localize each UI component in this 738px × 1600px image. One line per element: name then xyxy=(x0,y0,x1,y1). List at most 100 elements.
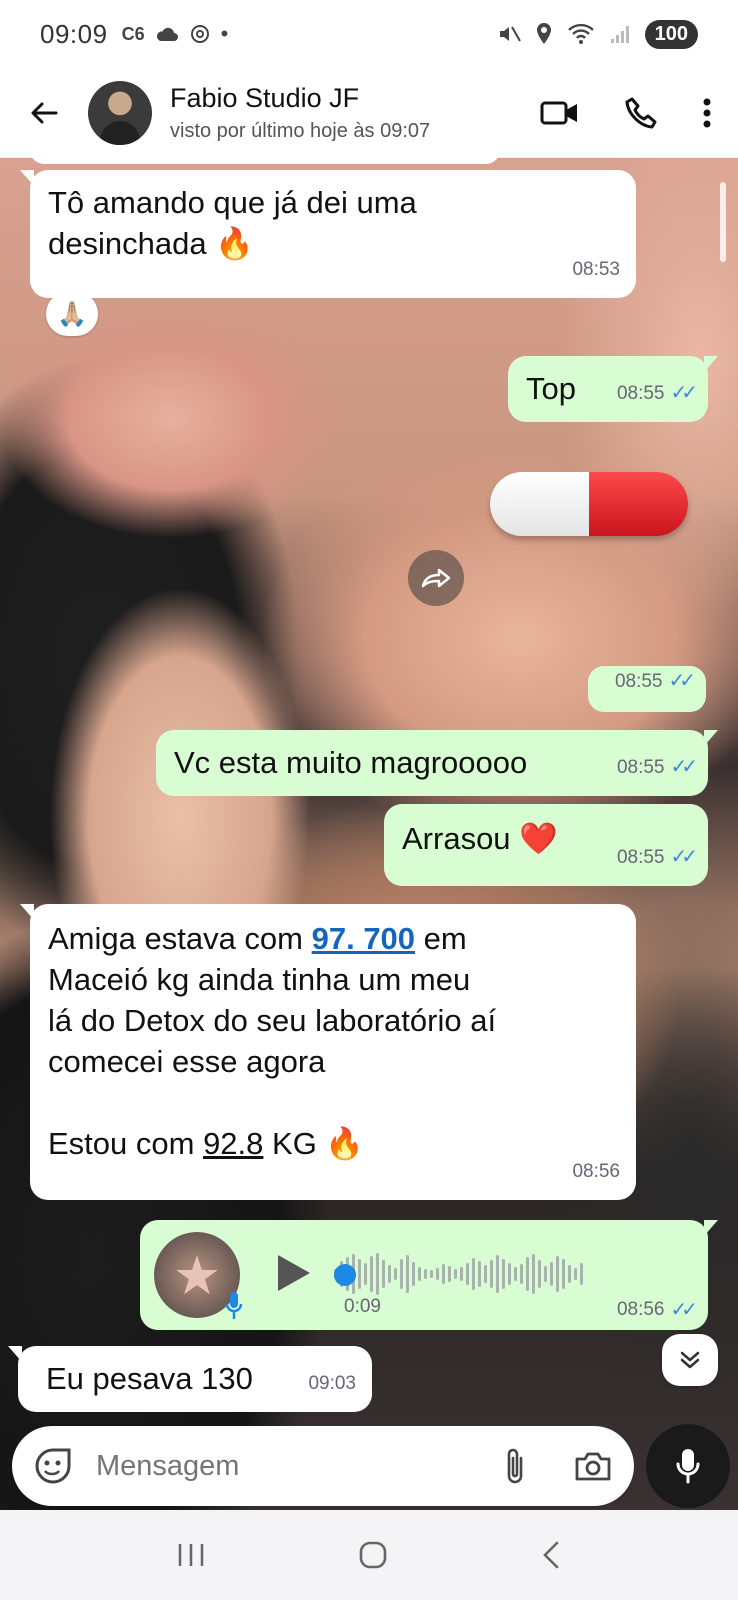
waveform-bar xyxy=(376,1253,379,1295)
message-incoming[interactable]: Amiga estava com 97. 700 em Maceió kg ai… xyxy=(20,904,636,1200)
message-incoming[interactable]: Eu pesava 130 09:03 xyxy=(8,1346,372,1412)
battery-icon: 100 xyxy=(644,19,698,49)
read-ticks-icon: ✓✓ xyxy=(670,756,697,778)
waveform-bar xyxy=(388,1265,391,1283)
message-text-line: lá do Detox do seu laboratório aí xyxy=(48,1003,497,1038)
read-ticks-icon: ✓✓ xyxy=(670,1299,697,1321)
message-text-line: comecei esse agora xyxy=(48,1044,326,1079)
phone-icon[interactable] xyxy=(624,96,658,130)
microphone-icon xyxy=(676,1449,700,1484)
weight-value[interactable]: 92.8 xyxy=(203,1126,263,1161)
phone-number-link[interactable]: 97. 700 xyxy=(312,921,415,956)
waveform-bar xyxy=(394,1268,397,1280)
message-text-line: Maceió kg ainda tinha um meu xyxy=(48,962,471,997)
waveform-bar xyxy=(406,1255,409,1293)
message-text: Arrasou ❤️ xyxy=(402,821,558,856)
waveform-bar xyxy=(466,1263,469,1285)
message-text: Top xyxy=(526,371,576,406)
status-bar: 09:09 C6 • 100 xyxy=(0,0,738,68)
reaction-badge[interactable]: 🙏🏼 xyxy=(46,292,98,336)
waveform-bar xyxy=(520,1264,523,1284)
mute-icon xyxy=(499,26,521,42)
waveform-bar xyxy=(538,1260,541,1288)
message-time: 08:55 ✓✓ xyxy=(617,747,698,788)
message-input[interactable] xyxy=(96,1449,456,1483)
chat-header: Fabio Studio JF visto por último hoje às… xyxy=(0,68,738,158)
more-vert-icon[interactable] xyxy=(702,97,712,129)
waveform[interactable] xyxy=(334,1248,583,1300)
chat-scrollbar[interactable] xyxy=(720,182,726,262)
message-text-line: desinchada 🔥 xyxy=(48,226,254,261)
play-icon[interactable] xyxy=(274,1252,312,1294)
waveform-bar xyxy=(496,1255,499,1293)
back-arrow-icon xyxy=(31,102,58,123)
video-call-icon[interactable] xyxy=(540,98,580,128)
recent-apps-icon[interactable] xyxy=(176,1542,206,1568)
system-nav-bar xyxy=(0,1510,738,1600)
waveform-bar xyxy=(460,1267,463,1281)
waveform-bar xyxy=(358,1259,361,1289)
back-button[interactable] xyxy=(26,95,62,131)
forward-button[interactable] xyxy=(408,550,464,606)
waveform-bar xyxy=(370,1256,373,1292)
dot-icon: • xyxy=(220,21,229,46)
waveform-bar xyxy=(502,1259,505,1289)
message-incoming[interactable]: Tô amando que já dei uma desinchada 🔥 08… xyxy=(20,170,636,298)
message-outgoing[interactable]: Top 08:55 ✓✓ xyxy=(508,356,718,422)
waveform-bar xyxy=(436,1268,439,1280)
waveform-bar xyxy=(508,1263,511,1285)
header-actions xyxy=(540,96,712,130)
voice-record-button[interactable] xyxy=(646,1424,730,1508)
waveform-bar xyxy=(526,1257,529,1291)
playback-thumb[interactable] xyxy=(334,1264,356,1286)
message-text: Vc esta muito magrooooo xyxy=(174,745,528,780)
sticker-icon[interactable] xyxy=(34,1447,72,1485)
c6-bank-icon: C6 xyxy=(121,23,145,44)
waveform-bar xyxy=(448,1266,451,1282)
message-time: 08:55 ✓✓ xyxy=(617,373,698,414)
status-left-icons: C6 • xyxy=(122,21,229,47)
message-time: 08:56 ✓✓ xyxy=(616,1298,698,1322)
waveform-bar xyxy=(478,1261,481,1287)
message-text-line: Estou com 92.8 KG 🔥 xyxy=(48,1126,365,1161)
waveform-bar xyxy=(556,1256,559,1292)
waveform-bar xyxy=(382,1260,385,1288)
message-text-line: Amiga estava com 97. 700 em xyxy=(48,921,467,956)
last-seen-status: visto por último hoje às 09:07 xyxy=(170,119,431,142)
waveform-bar xyxy=(574,1268,577,1280)
waveform-bar xyxy=(544,1266,547,1282)
home-icon[interactable] xyxy=(358,1540,388,1570)
waveform-bar xyxy=(442,1264,445,1284)
waveform-bar xyxy=(568,1265,571,1283)
message-time: 09:03 xyxy=(308,1373,356,1394)
status-time: 09:09 xyxy=(40,18,108,49)
message-text-line: Tô amando que já dei uma xyxy=(48,185,417,220)
waveform-bar xyxy=(418,1267,421,1281)
forward-icon xyxy=(421,568,451,588)
message-outgoing[interactable]: Arrasou ❤️ 08:55 ✓✓ xyxy=(384,804,708,886)
read-ticks-icon: ✓✓ xyxy=(668,670,695,692)
contact-name: Fabio Studio JF xyxy=(170,82,360,113)
waveform-bar xyxy=(364,1263,367,1285)
back-nav-icon[interactable] xyxy=(540,1540,562,1570)
avatar[interactable] xyxy=(88,80,152,145)
message-time: 08:55 ✓✓ xyxy=(617,837,698,878)
status-right-icons: 100 xyxy=(497,19,698,49)
voice-message[interactable]: ★ 0:09 08:56 ✓✓ xyxy=(140,1220,718,1330)
star-icon: ★ xyxy=(172,1245,222,1306)
waveform-bar xyxy=(484,1265,487,1283)
waveform-bar xyxy=(430,1270,433,1278)
cloud-icon xyxy=(156,27,178,41)
contact-info[interactable]: Fabio Studio JF visto por último hoje às… xyxy=(170,83,430,143)
attachment-icon[interactable] xyxy=(504,1446,526,1486)
pill-sticker[interactable] xyxy=(490,472,688,536)
read-ticks-icon: ✓✓ xyxy=(670,382,697,404)
voice-duration: 0:09 xyxy=(344,1296,381,1317)
message-outgoing[interactable]: Vc esta muito magrooooo 08:55 ✓✓ xyxy=(156,730,718,796)
signal-icon xyxy=(610,26,629,43)
waveform-bar xyxy=(400,1259,403,1289)
scroll-to-bottom-button[interactable] xyxy=(662,1334,718,1386)
waveform-bar xyxy=(490,1260,493,1288)
camera-icon[interactable] xyxy=(574,1450,612,1482)
composer-actions xyxy=(504,1446,612,1486)
